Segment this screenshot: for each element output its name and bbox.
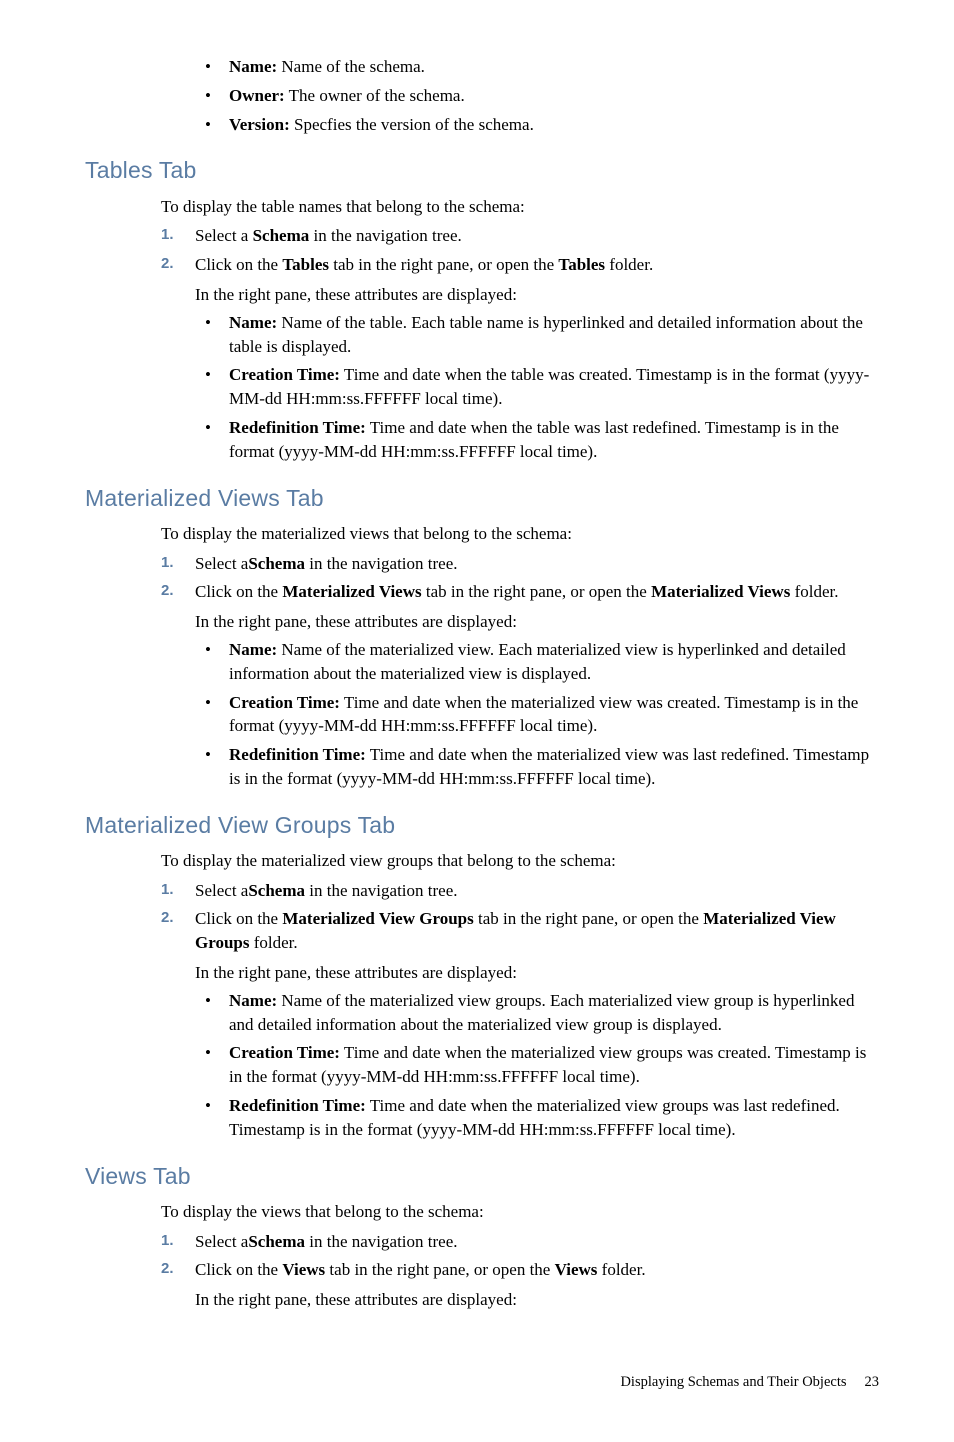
step-number: 2. [161, 907, 174, 928]
attributes-intro: In the right pane, these attributes are … [195, 610, 879, 634]
attributes-list: Name: Name of the table. Each table name… [195, 311, 879, 464]
heading-materialized-view-groups-tab: Materialized View Groups Tab [85, 809, 879, 841]
step-number: 1. [161, 224, 174, 245]
list-item: Redefinition Time: Time and date when th… [195, 416, 879, 464]
heading-tables-tab: Tables Tab [85, 154, 879, 186]
list-item: Redefinition Time: Time and date when th… [195, 743, 879, 791]
intro-text: To display the views that belong to the … [161, 1200, 879, 1224]
step-item: 1.Select aSchema in the navigation tree. [161, 1230, 879, 1254]
step-item: 2.Click on the Views tab in the right pa… [161, 1258, 879, 1282]
step-number: 1. [161, 879, 174, 900]
attributes-list: Name: Name of the materialized view. Eac… [195, 638, 879, 791]
step-item: 1.Select a Schema in the navigation tree… [161, 224, 879, 248]
step-number: 2. [161, 580, 174, 601]
intro-text: To display the materialized views that b… [161, 522, 879, 546]
step-item: 2.Click on the Materialized Views tab in… [161, 580, 879, 604]
step-item: 1.Select aSchema in the navigation tree. [161, 879, 879, 903]
steps-list: 1.Select aSchema in the navigation tree.… [161, 879, 879, 955]
steps-list: 1.Select aSchema in the navigation tree.… [161, 1230, 879, 1283]
steps-list: 1.Select aSchema in the navigation tree.… [161, 552, 879, 605]
list-item: Creation Time: Time and date when the ma… [195, 691, 879, 739]
heading-materialized-views-tab: Materialized Views Tab [85, 482, 879, 514]
step-item: 2.Click on the Materialized View Groups … [161, 907, 879, 955]
schema-attributes-list: Name: Name of the schema. Owner: The own… [195, 55, 879, 136]
step-item: 1.Select aSchema in the navigation tree. [161, 552, 879, 576]
list-item: Creation Time: Time and date when the ma… [195, 1041, 879, 1089]
list-item: Redefinition Time: Time and date when th… [195, 1094, 879, 1142]
list-item: Version: Specfies the version of the sch… [195, 113, 879, 137]
intro-text: To display the table names that belong t… [161, 195, 879, 219]
attributes-list: Name: Name of the materialized view grou… [195, 989, 879, 1142]
step-number: 1. [161, 552, 174, 573]
intro-text: To display the materialized view groups … [161, 849, 879, 873]
list-item: Name: Name of the materialized view. Eac… [195, 638, 879, 686]
attributes-intro: In the right pane, these attributes are … [195, 283, 879, 307]
list-item: Creation Time: Time and date when the ta… [195, 363, 879, 411]
page-footer: Displaying Schemas and Their Objects 23 [85, 1372, 879, 1392]
page-number: 23 [865, 1374, 880, 1390]
heading-views-tab: Views Tab [85, 1160, 879, 1192]
steps-list: 1.Select a Schema in the navigation tree… [161, 224, 879, 277]
step-item: 2.Click on the Tables tab in the right p… [161, 253, 879, 277]
list-item: Name: Name of the schema. [195, 55, 879, 79]
step-number: 2. [161, 253, 174, 274]
list-item: Name: Name of the materialized view grou… [195, 989, 879, 1037]
step-number: 1. [161, 1230, 174, 1251]
attributes-intro: In the right pane, these attributes are … [195, 961, 879, 985]
list-item: Owner: The owner of the schema. [195, 84, 879, 108]
attributes-intro: In the right pane, these attributes are … [195, 1288, 879, 1312]
footer-title: Displaying Schemas and Their Objects [620, 1374, 846, 1390]
step-number: 2. [161, 1258, 174, 1279]
list-item: Name: Name of the table. Each table name… [195, 311, 879, 359]
